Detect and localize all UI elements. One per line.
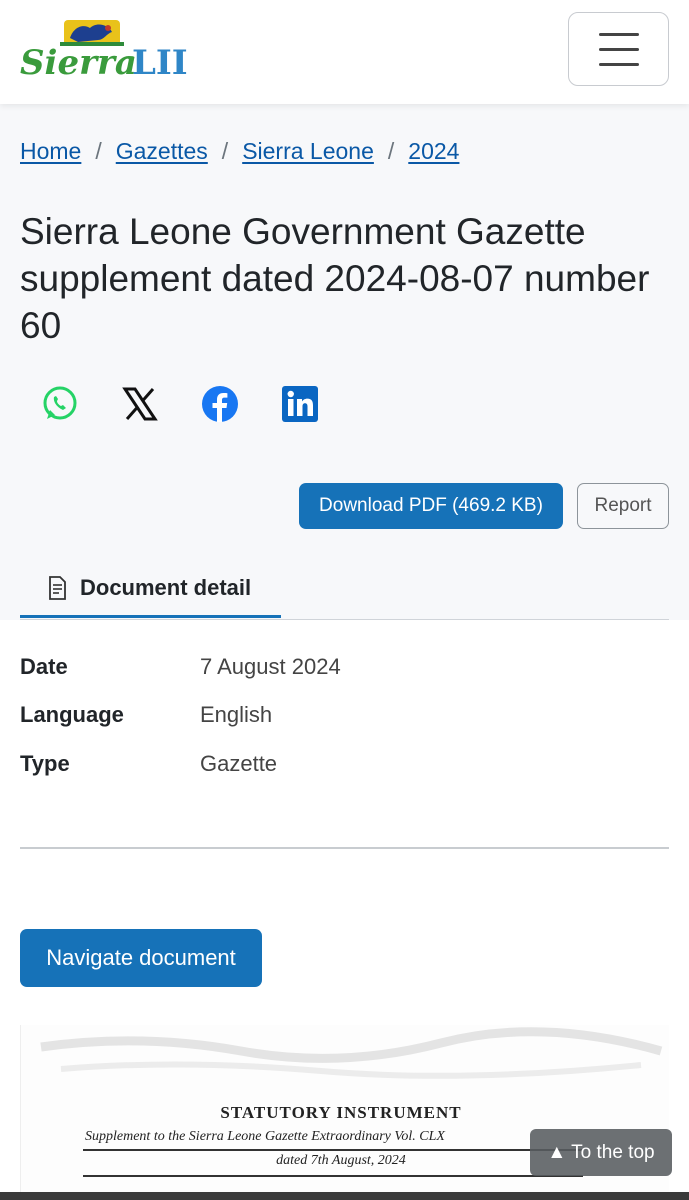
section-divider	[20, 847, 669, 849]
menu-toggle-button[interactable]	[568, 12, 669, 86]
to-the-top-button[interactable]: ▲ To the top	[530, 1129, 672, 1176]
detail-label: Type	[20, 751, 70, 776]
document-icon	[49, 575, 66, 600]
detail-row-type: Type Gazette	[20, 749, 620, 779]
breadcrumb-gazettes[interactable]: Gazettes	[116, 138, 208, 165]
share-facebook-button[interactable]	[200, 384, 240, 424]
detail-value: Gazette	[200, 751, 278, 776]
svg-text:Sierra: Sierra	[20, 43, 137, 82]
navigate-document-button[interactable]: Navigate document	[20, 929, 262, 987]
tab-label: Document detail	[80, 574, 252, 600]
whatsapp-icon	[43, 386, 77, 420]
bottom-bar	[0, 1192, 689, 1200]
tab-divider	[20, 619, 669, 620]
navbar: Sierra LII	[0, 0, 689, 104]
report-button[interactable]: Report	[577, 483, 669, 529]
breadcrumb-sierra-leone[interactable]: Sierra Leone	[242, 138, 374, 165]
detail-label: Date	[20, 654, 68, 679]
breadcrumb-separator: /	[95, 137, 102, 164]
detail-value: English	[200, 702, 273, 727]
linkedin-icon	[282, 386, 318, 422]
scan-noise	[40, 1027, 663, 1079]
detail-label: Language	[20, 702, 124, 727]
detail-row-language: Language English	[20, 700, 620, 730]
preview-heading: STATUTORY INSTRUMENT	[220, 1103, 462, 1122]
preview-rule	[83, 1175, 583, 1177]
x-icon	[122, 387, 158, 421]
share-x-button[interactable]	[120, 384, 160, 424]
breadcrumb-separator: /	[221, 137, 229, 164]
facebook-icon	[202, 386, 238, 422]
tab-document-detail[interactable]: Document detail	[20, 560, 281, 618]
page-title: Sierra Leone Government Gazette suppleme…	[20, 211, 650, 346]
breadcrumb-separator: /	[387, 137, 395, 164]
detail-row-date: Date 7 August 2024	[20, 652, 620, 682]
breadcrumb: Home / Gazettes / Sierra Leone / 2024	[20, 136, 459, 166]
breadcrumb-2024[interactable]: 2024	[408, 138, 459, 165]
breadcrumb-home[interactable]: Home	[20, 138, 81, 165]
share-linkedin-button[interactable]	[280, 384, 320, 424]
svg-text:LII: LII	[132, 43, 188, 82]
detail-value: 7 August 2024	[200, 654, 341, 679]
preview-rule	[83, 1149, 583, 1151]
sierralii-logo[interactable]: Sierra LII	[18, 16, 190, 83]
download-pdf-button[interactable]: Download PDF (469.2 KB)	[299, 483, 563, 529]
hamburger-menu-icon	[599, 33, 639, 36]
share-whatsapp-button[interactable]	[40, 384, 80, 424]
